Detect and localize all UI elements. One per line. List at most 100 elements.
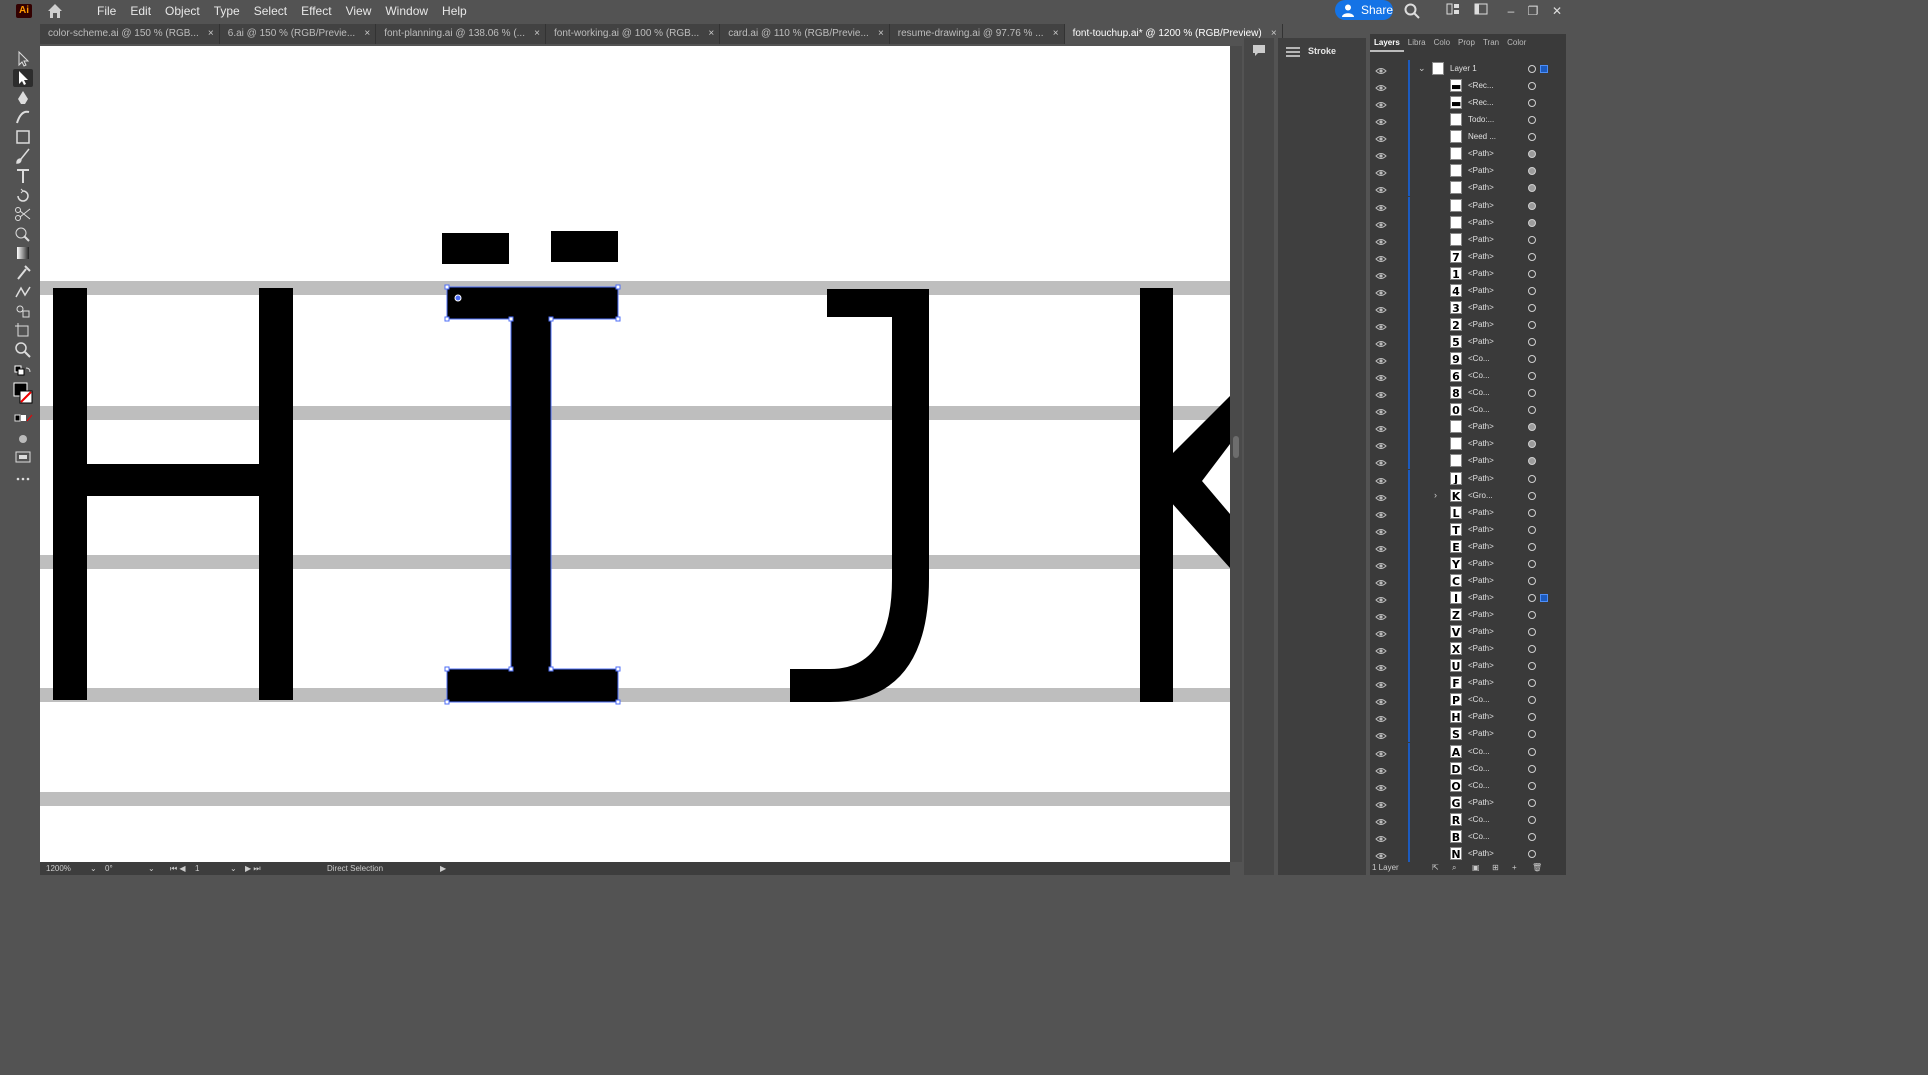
close-tab-icon[interactable]: × <box>1053 24 1059 44</box>
layer-item-row[interactable]: I <Path> <box>1370 588 1566 606</box>
document-tab[interactable]: font-working.ai @ 100 % (RGB... × <box>545 24 721 44</box>
minimize-icon[interactable]: – <box>1500 2 1522 20</box>
visibility-eye-icon[interactable] <box>1375 285 1387 296</box>
layer-item-row[interactable]: Y <Path> <box>1370 554 1566 572</box>
artboard-nav-first-icon[interactable]: ⏮ ◀ <box>170 862 186 875</box>
visibility-eye-icon[interactable] <box>1375 302 1387 313</box>
layer-item-row[interactable]: <Path> <box>1370 145 1566 163</box>
layer-item-row[interactable]: ▬ <Rec... <box>1370 77 1566 95</box>
fill-stroke-swatches[interactable] <box>13 382 33 406</box>
menu-edit[interactable]: Edit <box>130 0 151 22</box>
menu-view[interactable]: View <box>346 0 372 22</box>
visibility-eye-icon[interactable] <box>1375 728 1387 740</box>
close-tab-icon[interactable]: × <box>208 24 214 44</box>
target-circle-icon[interactable] <box>1528 235 1536 244</box>
panel-tab[interactable]: Layers <box>1370 34 1404 52</box>
symbol-sprayer-tool-icon[interactable] <box>13 302 33 320</box>
layer-item-row[interactable]: V <Path> <box>1370 623 1566 641</box>
zoom-level[interactable]: 1200% <box>46 862 71 875</box>
layer-item-row[interactable]: Todo:... <box>1370 111 1566 129</box>
visibility-eye-icon[interactable] <box>1375 507 1387 518</box>
locate-object-icon[interactable]: ⌕ <box>1452 860 1456 875</box>
visibility-eye-icon[interactable] <box>1375 131 1387 143</box>
visibility-eye-icon[interactable] <box>1375 626 1387 638</box>
more-tools-icon[interactable] <box>13 470 33 488</box>
layer-item-row[interactable]: 0 <Co... <box>1370 401 1566 419</box>
visibility-eye-icon[interactable] <box>1375 711 1387 723</box>
target-circle-icon[interactable] <box>1528 730 1536 739</box>
visibility-eye-icon[interactable] <box>1375 694 1387 706</box>
layer-item-row[interactable]: <Path> <box>1370 213 1566 231</box>
target-circle-icon[interactable] <box>1528 593 1536 602</box>
rectangle-tool-icon[interactable] <box>13 128 33 146</box>
visibility-eye-icon[interactable] <box>1375 336 1387 347</box>
visibility-eye-icon[interactable] <box>1375 575 1387 586</box>
panel-tab[interactable]: Prop <box>1454 34 1479 52</box>
panel-tab[interactable]: Libra <box>1404 34 1430 52</box>
pen-tool-icon[interactable] <box>13 89 33 107</box>
visibility-eye-icon[interactable] <box>1375 490 1387 501</box>
visibility-eye-icon[interactable] <box>1375 97 1387 109</box>
artboard-number[interactable]: 1 <box>195 862 199 875</box>
layer-item-row[interactable]: <Path> <box>1370 196 1566 214</box>
default-colors-icon[interactable] <box>13 364 33 382</box>
menu-window[interactable]: Window <box>385 0 428 22</box>
close-window-icon[interactable]: ✕ <box>1546 2 1568 20</box>
target-circle-icon[interactable] <box>1528 372 1536 381</box>
layer-item-row[interactable]: S <Path> <box>1370 725 1566 743</box>
document-tab[interactable]: font-planning.ai @ 138.06 % (... × <box>376 24 546 44</box>
layer-item-row[interactable]: H <Path> <box>1370 708 1566 726</box>
target-circle-icon[interactable] <box>1528 201 1536 210</box>
layer-item-row[interactable]: 2 <Path> <box>1370 315 1566 333</box>
visibility-eye-icon[interactable] <box>1375 63 1387 74</box>
visibility-eye-icon[interactable] <box>1375 541 1387 552</box>
target-circle-icon[interactable] <box>1528 252 1536 261</box>
panel-tab[interactable]: Colo <box>1430 34 1454 52</box>
target-circle-icon[interactable] <box>1528 406 1536 415</box>
paintbrush-tool-icon[interactable] <box>13 147 33 165</box>
layer-item-row[interactable]: <Path> <box>1370 230 1566 248</box>
layer-item-row[interactable]: R <Co... <box>1370 810 1566 828</box>
expand-layer-icon[interactable]: ⌄ <box>1418 63 1426 74</box>
document-tab[interactable]: resume-drawing.ai @ 97.76 % ... × <box>889 24 1065 44</box>
target-circle-icon[interactable] <box>1528 320 1536 329</box>
color-mode-icon[interactable] <box>13 410 33 428</box>
export-icon[interactable]: ⇱ <box>1432 860 1439 875</box>
visibility-eye-icon[interactable] <box>1375 319 1387 330</box>
document-tab[interactable]: card.ai @ 110 % (RGB/Previe... × <box>720 24 890 44</box>
panel-tab[interactable]: Color <box>1503 34 1530 52</box>
target-circle-icon[interactable] <box>1528 269 1536 278</box>
layer-item-row[interactable]: <Path> <box>1370 418 1566 436</box>
layer-item-row[interactable]: E <Path> <box>1370 537 1566 555</box>
zoom-dropdown-icon[interactable]: ⌄ <box>90 862 97 875</box>
menu-effect[interactable]: Effect <box>301 0 331 22</box>
curvature-tool-icon[interactable] <box>13 108 33 126</box>
visibility-eye-icon[interactable] <box>1375 660 1387 672</box>
layer-item-row[interactable]: U <Path> <box>1370 657 1566 675</box>
document-tab[interactable]: 6.ai @ 150 % (RGB/Previe... × <box>219 24 377 44</box>
scissors-tool-icon[interactable] <box>13 205 33 223</box>
visibility-eye-icon[interactable] <box>1375 455 1387 467</box>
selection-tool-icon[interactable] <box>13 50 33 68</box>
target-circle-icon[interactable] <box>1528 99 1536 108</box>
rotate-view[interactable]: 0° <box>105 862 113 875</box>
layer-item-row[interactable]: C <Path> <box>1370 571 1566 589</box>
visibility-eye-icon[interactable] <box>1375 609 1387 620</box>
visibility-eye-icon[interactable] <box>1375 780 1387 791</box>
menu-help[interactable]: Help <box>442 0 467 22</box>
target-circle-icon[interactable] <box>1528 389 1536 398</box>
restore-icon[interactable]: ❐ <box>1522 2 1544 20</box>
vertical-scrollbar[interactable] <box>1230 46 1242 862</box>
gradient-tool-icon[interactable] <box>13 244 33 262</box>
close-tab-icon[interactable]: × <box>364 24 370 44</box>
target-circle-icon[interactable] <box>1528 542 1536 551</box>
layer-item-row[interactable]: A <Co... <box>1370 742 1566 760</box>
home-icon[interactable] <box>46 2 64 20</box>
layer-item-row[interactable]: 1 <Path> <box>1370 264 1566 282</box>
target-circle-icon[interactable] <box>1528 508 1536 517</box>
target-circle-icon[interactable] <box>1528 764 1536 773</box>
close-tab-icon[interactable]: × <box>878 24 884 44</box>
layer-item-row[interactable]: <Path> <box>1370 435 1566 453</box>
layer-item-row[interactable]: 3 <Path> <box>1370 298 1566 316</box>
target-circle-icon[interactable] <box>1528 65 1536 73</box>
